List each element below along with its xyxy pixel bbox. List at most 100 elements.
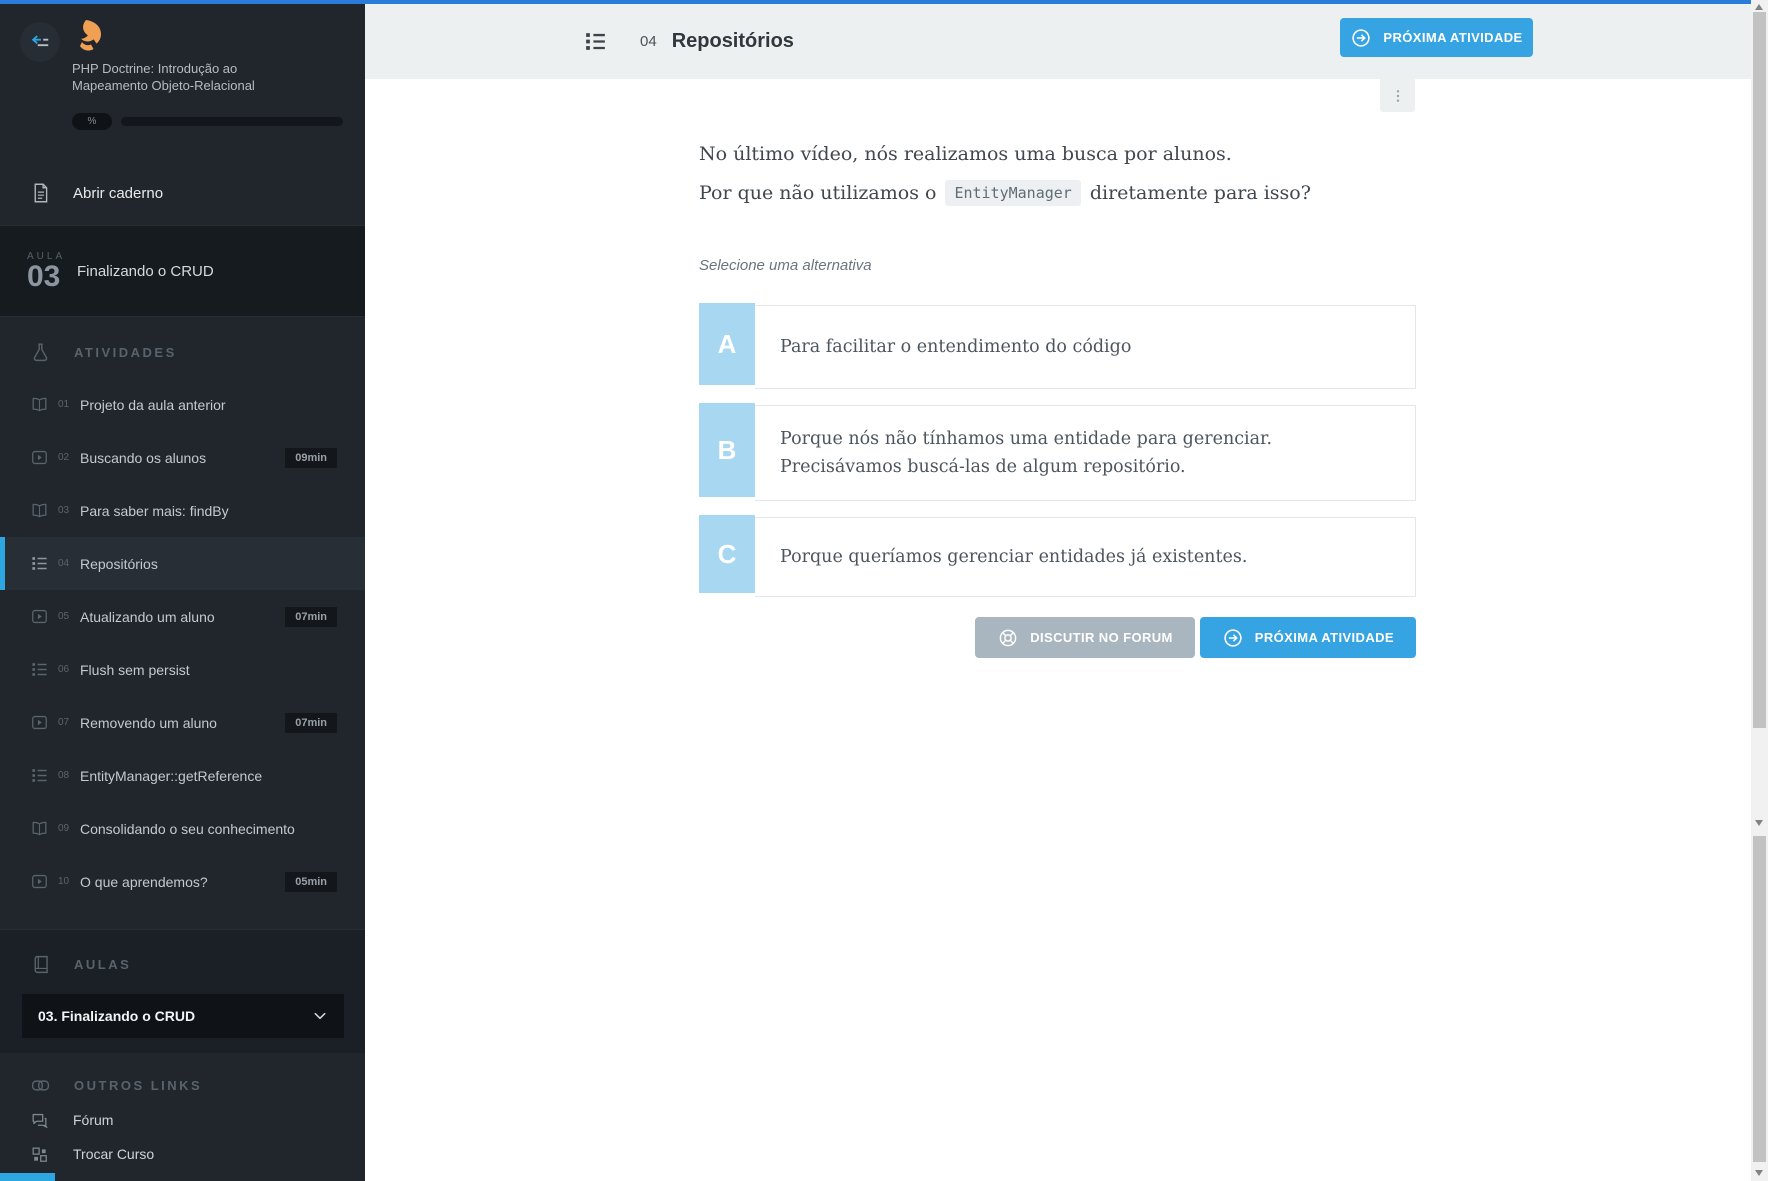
- activity-number: 02: [58, 452, 70, 463]
- video-icon: [30, 713, 49, 732]
- arrow-right-circle-icon: [1350, 27, 1372, 49]
- activities-header-label: ATIVIDADES: [74, 344, 177, 360]
- scroll-down-arrow[interactable]: [1755, 820, 1763, 826]
- activity-item-07[interactable]: 07 Removendo um aluno 07min: [0, 696, 365, 749]
- next-activity-label: PRÓXIMA ATIVIDADE: [1254, 630, 1394, 645]
- alura-logo-icon: [72, 18, 108, 56]
- lesson-select-dropdown[interactable]: 03. Finalizando o CRUD: [22, 994, 344, 1038]
- other-links-header-label: OUTROS LINKS: [74, 1077, 203, 1093]
- activity-header-bar: 04 Repositórios PRÓXIMA ATIVIDADE: [365, 4, 1751, 79]
- activity-label: Repositórios: [80, 555, 158, 572]
- book-open-icon: [30, 819, 49, 838]
- course-title-line1: PHP Doctrine: Introdução ao: [72, 61, 238, 76]
- lesson-select-value: 03. Finalizando o CRUD: [38, 1008, 196, 1024]
- activity-item-05[interactable]: 05 Atualizando um aluno 07min: [0, 590, 365, 643]
- kebab-menu-icon: [1390, 88, 1406, 104]
- scrollbar-thumb[interactable]: [1753, 12, 1766, 728]
- course-sidebar: PHP Doctrine: Introdução ao Mapeamento O…: [0, 4, 365, 1181]
- lifebuoy-icon: [997, 627, 1019, 649]
- activity-label: Consolidando o seu conhecimento: [80, 820, 295, 837]
- chevron-down-icon: [312, 1008, 328, 1024]
- progress-bar: [121, 117, 343, 126]
- more-options-button[interactable]: [1380, 79, 1415, 112]
- video-icon: [30, 872, 49, 891]
- aulas-section: AULAS 03. Finalizando o CRUD: [0, 929, 365, 1053]
- activity-number: 03: [58, 505, 70, 516]
- flask-icon: [30, 342, 51, 363]
- links-icon: [30, 1075, 51, 1096]
- alternative-text: Para facilitar o entendimento do código: [755, 305, 1416, 389]
- lesson-title: Finalizando o CRUD: [77, 262, 214, 280]
- sidebar-item-forum[interactable]: Fórum: [0, 1103, 365, 1137]
- alternative-text-value: Porque nós não tínhamos uma entidade par…: [780, 429, 1273, 477]
- alternative-a[interactable]: A Para facilitar o entendimento do códig…: [699, 303, 1416, 391]
- activity-label: Buscando os alunos: [80, 449, 207, 466]
- activity-number: 07: [58, 717, 70, 728]
- vertical-scrollbar[interactable]: [1751, 0, 1768, 1181]
- activity-label: EntityManager::getReference: [80, 767, 263, 784]
- arrow-right-circle-icon: [1222, 627, 1244, 649]
- activity-item-09[interactable]: 09 Consolidando o seu conhecimento: [0, 802, 365, 855]
- alternative-text: Porque queríamos gerenciar entidades já …: [755, 517, 1416, 597]
- activity-label: Removendo um aluno: [80, 714, 217, 731]
- alternative-letter: C: [699, 515, 755, 593]
- current-lesson-block: AULA 03 Finalizando o CRUD: [0, 225, 365, 317]
- activity-number: 05: [58, 611, 70, 622]
- activities-section-header: ATIVIDADES: [0, 334, 365, 370]
- activity-item-06[interactable]: 06 Flush sem persist: [0, 643, 365, 696]
- next-activity-button-bottom[interactable]: PRÓXIMA ATIVIDADE: [1199, 617, 1416, 658]
- activity-item-08[interactable]: 08 EntityManager::getReference: [0, 749, 365, 802]
- next-activity-button-top[interactable]: PRÓXIMA ATIVIDADE: [1340, 18, 1533, 57]
- duration-badge: 07min: [285, 712, 337, 733]
- question-prefix: Por que não utilizamos o: [699, 182, 937, 204]
- activity-number: 10: [58, 876, 70, 887]
- activity-number: 04: [58, 558, 70, 569]
- question-text-line2: Por que não utilizamos o EntityManager d…: [699, 180, 1311, 206]
- alternative-c[interactable]: C Porque queríamos gerenciar entidades j…: [699, 515, 1416, 599]
- activity-item-04-selected[interactable]: 04 Repositórios: [0, 537, 365, 590]
- duration-badge: 07min: [285, 606, 337, 627]
- scroll-down-arrow-bottom[interactable]: [1755, 1170, 1763, 1176]
- activity-item-03[interactable]: 03 Para saber mais: findBy: [0, 484, 365, 537]
- alternative-b[interactable]: B Porque nós não tínhamos uma entidade p…: [699, 403, 1416, 503]
- grid-icon: [30, 1145, 49, 1164]
- aulas-section-header: AULAS: [0, 946, 365, 982]
- alternatives-list: A Para facilitar o entendimento do códig…: [699, 303, 1416, 658]
- scrollbar-thumb-lower[interactable]: [1753, 836, 1766, 1162]
- open-notebook-button[interactable]: Abrir caderno: [0, 168, 365, 218]
- activity-type-list-icon: [583, 29, 608, 54]
- alternative-text: Porque nós não tínhamos uma entidade par…: [755, 405, 1416, 501]
- activities-list: 01 Projeto da aula anterior 02 Buscando …: [0, 378, 365, 908]
- activity-item-10[interactable]: 10 O que aprendemos? 05min: [0, 855, 365, 908]
- next-activity-label: PRÓXIMA ATIVIDADE: [1383, 30, 1523, 45]
- sidebar-item-trocar-curso[interactable]: Trocar Curso: [0, 1137, 365, 1171]
- activity-item-01[interactable]: 01 Projeto da aula anterior: [0, 378, 365, 431]
- inline-code-chip: EntityManager: [945, 180, 1081, 206]
- activity-number: 09: [58, 823, 70, 834]
- video-icon: [30, 448, 49, 467]
- discuss-forum-label: DISCUTIR NO FORUM: [1030, 630, 1173, 645]
- forum-icon: [30, 1111, 49, 1130]
- activity-number: 08: [58, 770, 70, 781]
- trocar-curso-label: Trocar Curso: [73, 1146, 155, 1162]
- page-title: Repositórios: [671, 30, 794, 52]
- aulas-header-label: AULAS: [74, 956, 132, 972]
- progress-percent-badge: %: [72, 113, 112, 130]
- duration-badge: 09min: [285, 447, 337, 468]
- question-content-area: No último vídeo, nós realizamos uma busc…: [365, 79, 1751, 1181]
- activity-item-02[interactable]: 02 Buscando os alunos 09min: [0, 431, 365, 484]
- alternative-letter: B: [699, 403, 755, 497]
- activity-header-number: 04: [640, 33, 657, 50]
- discuss-forum-button[interactable]: DISCUTIR NO FORUM: [975, 617, 1195, 658]
- question-suffix: diretamente para isso?: [1089, 182, 1311, 204]
- lesson-number: 03: [27, 259, 61, 293]
- question-text-line1: No último vídeo, nós realizamos uma busc…: [699, 143, 1232, 165]
- sidebar-collapse-button[interactable]: [20, 22, 60, 62]
- book-open-icon: [30, 395, 49, 414]
- activity-number: 06: [58, 664, 70, 675]
- scroll-up-arrow[interactable]: [1755, 4, 1763, 10]
- collapse-arrow-icon: [29, 31, 51, 53]
- question-actions: DISCUTIR NO FORUM PRÓXIMA ATIVIDADE: [699, 617, 1416, 658]
- book-closed-icon: [30, 954, 51, 975]
- course-title: PHP Doctrine: Introdução ao Mapeamento O…: [72, 60, 332, 94]
